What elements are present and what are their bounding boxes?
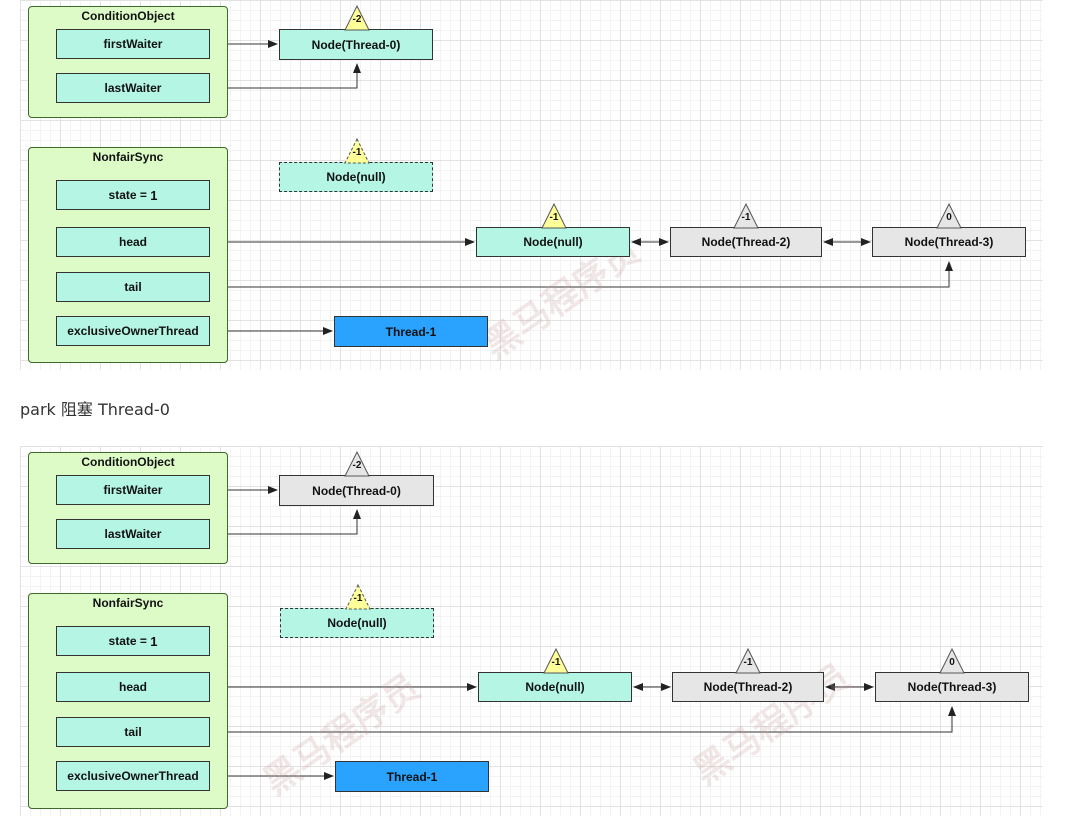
wait-status-badge: -2 [344,451,370,477]
state-value: 1 [150,187,158,203]
queue-node-thread-2: Node(Thread-2) [672,672,824,702]
last-waiter-arrow [210,509,361,535]
exclusive-owner-thread-field: exclusiveOwnerThread [56,761,210,791]
queue-node-thread-3: Node(Thread-3) [872,227,1026,257]
owner-thread-1: Thread-1 [335,761,489,792]
first-waiter-field: firstWaiter [56,475,210,505]
detached-status-badge: -1 [345,584,371,610]
waiter-node-thread-0: Node(Thread-0) [279,475,434,506]
condition-object-title: ConditionObject [81,9,175,23]
queue-node-thread-3-badge: 0 [936,203,962,229]
queue-node-thread-2: Node(Thread-2) [670,227,822,257]
wait-status-badge: -2 [344,5,370,31]
last-waiter-field: lastWaiter [56,519,210,549]
last-waiter-arrow [210,63,361,89]
tail-arrow [211,261,953,291]
detached-node-null: Node(null) [279,162,433,192]
last-waiter-field: lastWaiter [56,73,210,103]
queue-node-null: Node(null) [478,672,632,702]
tail-field: tail [56,272,210,302]
diagram-after: 黑马程序员 黑马程序员 ConditionObject firstWaiter … [20,446,1043,816]
detached-status-badge: -1 [344,138,370,164]
caption: park 阻塞 Thread-0 [20,400,170,419]
detached-node-null: Node(null) [280,608,434,638]
state-label: state = [108,634,151,648]
queue-node-thread-3: Node(Thread-3) [875,672,1029,702]
queue-node-null-badge: -1 [543,648,569,674]
queue-node-null: Node(null) [476,227,630,257]
queue-node-thread-2-badge: -1 [733,203,759,229]
condition-object-title: ConditionObject [81,455,175,469]
nonfair-sync-title: NonfairSync [92,596,164,610]
tail-arrow [211,706,956,736]
head-field: head [56,227,210,257]
nonfair-sync-title: NonfairSync [92,150,164,164]
state-label: state = [108,188,151,202]
waiter-node-thread-0: Node(Thread-0) [279,29,433,60]
state-field: state = 1 [56,626,210,656]
tail-field: tail [56,717,210,747]
queue-node-null-badge: -1 [541,203,567,229]
head-field: head [56,672,210,702]
queue-node-thread-2-badge: -1 [735,648,761,674]
diagram-before: 黑马程序员 ConditionObject firstWaiter lastWa… [20,0,1043,370]
first-waiter-field: firstWaiter [56,29,210,59]
state-field: state = 1 [56,180,210,210]
exclusive-owner-thread-field: exclusiveOwnerThread [56,316,210,346]
queue-node-thread-3-badge: 0 [939,648,965,674]
owner-thread-1: Thread-1 [334,316,488,347]
state-value: 1 [150,633,158,649]
